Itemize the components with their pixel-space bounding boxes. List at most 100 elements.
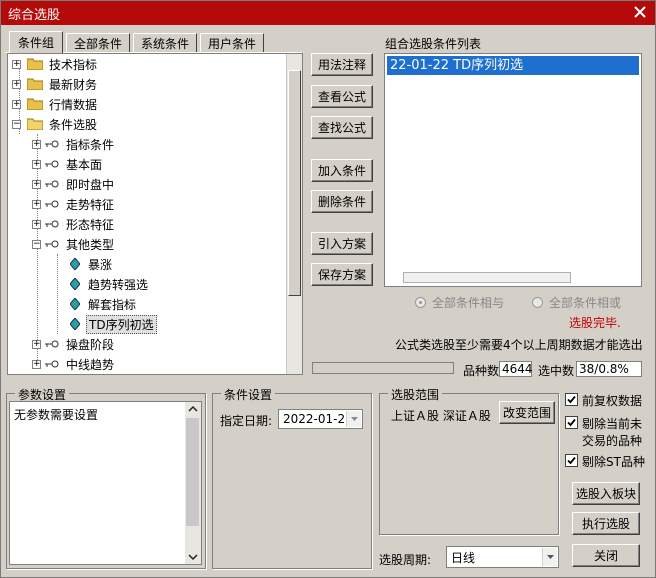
change-range-button[interactable]: 改变范围 [499,401,555,424]
condition-list-item[interactable]: 22-01-22 TD序列初选 [387,56,639,75]
horizontal-scrollbar[interactable] [403,272,571,283]
tree-subgroup[interactable]: − 其他类型 [32,234,116,254]
expand-icon[interactable]: + [32,219,41,229]
expand-icon[interactable]: + [32,159,41,169]
scroll-down-icon[interactable] [188,553,198,561]
period-select[interactable]: 日线 [446,546,559,568]
chevron-down-icon [351,417,358,421]
folder-open-icon [27,118,43,130]
checkbox-checked-icon[interactable] [565,454,578,467]
key-icon [45,240,59,248]
tab-system-conditions[interactable]: 系统条件 [133,33,197,52]
expand-icon[interactable]: + [32,179,41,189]
stock-screener-dialog: 综合选股 条件组 全部条件 系统条件 用户条件 + 技术指标 + 最新财务 + … [0,0,656,578]
tab-user-conditions[interactable]: 用户条件 [200,33,264,52]
formula-icon [70,258,80,270]
radio-selected-icon [415,297,426,308]
collapse-icon[interactable]: − [32,239,41,249]
status-done: 选股完毕. [569,316,621,330]
key-icon [45,140,59,148]
condition-tree[interactable]: + 技术指标 + 最新财务 + 行情数据 − 条件选股 + 指标条件 + 基本面… [7,53,303,375]
formula-icon [70,298,80,310]
key-icon [45,340,59,348]
window-title: 综合选股 [8,7,61,23]
tree-folder-condition-select[interactable]: − 条件选股 [12,114,99,134]
tree-subgroup[interactable]: + 即时盘中 [32,174,116,194]
option-forward-adjust[interactable]: 前复权数据 [565,393,642,410]
params-text: 无参数需要设置 [14,408,99,422]
tree-subgroup[interactable]: + 走势特征 [32,194,116,214]
status-note: 公式类选股至少需要4个以上周期数据才能选出 [395,338,643,352]
progress-bar [312,362,454,374]
tree-leaf[interactable]: 解套指标 [70,294,138,314]
condition-list[interactable]: 22-01-22 TD序列初选 [384,53,642,287]
count-label: 品种数 [463,364,500,378]
logic-and-radio[interactable]: 全部条件相与 [415,294,504,311]
expand-icon[interactable]: + [32,339,41,349]
option-exclude-st[interactable]: 剔除ST品种 [565,454,645,471]
range-text: 上证Ａ股 深证Ａ股 [391,409,491,423]
tree-leaf[interactable]: 暴涨 [70,254,114,274]
dropdown-button[interactable] [346,411,361,427]
logic-or-radio[interactable]: 全部条件相或 [532,294,621,311]
date-label: 指定日期: [220,414,273,428]
folder-icon [27,58,43,70]
condition-list-label: 组合选股条件列表 [385,37,482,51]
find-formula-button[interactable]: 查找公式 [311,116,373,139]
expand-icon[interactable]: + [32,139,41,149]
delete-condition-button[interactable]: 删除条件 [311,190,373,213]
selected-label: 选中数 [538,364,575,378]
chevron-down-icon [547,555,554,559]
tab-condition-group[interactable]: 条件组 [9,31,63,53]
tree-scrollbar[interactable] [286,54,302,374]
expand-icon[interactable]: + [12,59,21,69]
params-scrollbar[interactable] [185,402,201,564]
date-picker[interactable]: 2022-01-22 [278,409,363,429]
selected-value: 38/0.8% [576,361,642,377]
dropdown-button[interactable] [542,548,557,566]
title-bar: 综合选股 [1,1,655,25]
folder-icon [27,78,43,90]
expand-icon[interactable]: + [32,199,41,209]
add-to-block-button[interactable]: 选股入板块 [572,482,640,505]
key-icon [45,220,59,228]
option-exclude-untraded[interactable]: 剔除当前未交易的品种 [565,416,646,450]
key-icon [45,200,59,208]
checkbox-checked-icon[interactable] [565,416,578,429]
tree-leaf-selected[interactable]: TD序列初选 [70,314,157,334]
import-plan-button[interactable]: 引入方案 [311,232,373,255]
count-value: 4644 [499,361,533,377]
expand-icon[interactable]: + [12,79,21,89]
expand-icon[interactable]: + [12,99,21,109]
tree-subgroup[interactable]: + 操盘阶段 [32,334,116,354]
condition-settings-legend: 条件设置 [221,386,276,403]
params-box[interactable]: 无参数需要设置 [9,401,202,565]
tree-subgroup[interactable]: + 基本面 [32,154,104,174]
tree-subgroup[interactable]: + 指标条件 [32,134,116,154]
scrollbar-thumb[interactable] [288,70,301,296]
tree-subgroup[interactable]: + 形态特征 [32,214,116,234]
range-legend: 选股范围 [388,386,443,403]
scrollbar-thumb[interactable] [186,418,199,526]
key-icon [45,160,59,168]
close-icon[interactable] [631,3,649,21]
tree-subgroup[interactable]: + 中线趋势 [32,354,116,374]
checkbox-checked-icon[interactable] [565,393,578,406]
tree-folder-technical[interactable]: + 技术指标 [12,54,99,74]
tab-all-conditions[interactable]: 全部条件 [66,33,130,52]
view-formula-button[interactable]: 查看公式 [311,85,373,108]
close-button[interactable]: 关闭 [572,544,640,567]
save-plan-button[interactable]: 保存方案 [311,263,373,286]
formula-icon [70,318,80,330]
folder-icon [27,98,43,110]
collapse-icon[interactable]: − [12,119,21,129]
tree-leaf[interactable]: 趋势转强选 [70,274,150,294]
execute-button[interactable]: 执行选股 [572,512,640,535]
tree-folder-market[interactable]: + 行情数据 [12,94,99,114]
scroll-up-icon[interactable] [188,405,198,413]
expand-icon[interactable]: + [32,359,41,369]
key-icon [45,360,59,368]
add-condition-button[interactable]: 加入条件 [311,159,373,182]
tree-folder-finance[interactable]: + 最新财务 [12,74,99,94]
usage-notes-button[interactable]: 用法注释 [311,53,373,76]
